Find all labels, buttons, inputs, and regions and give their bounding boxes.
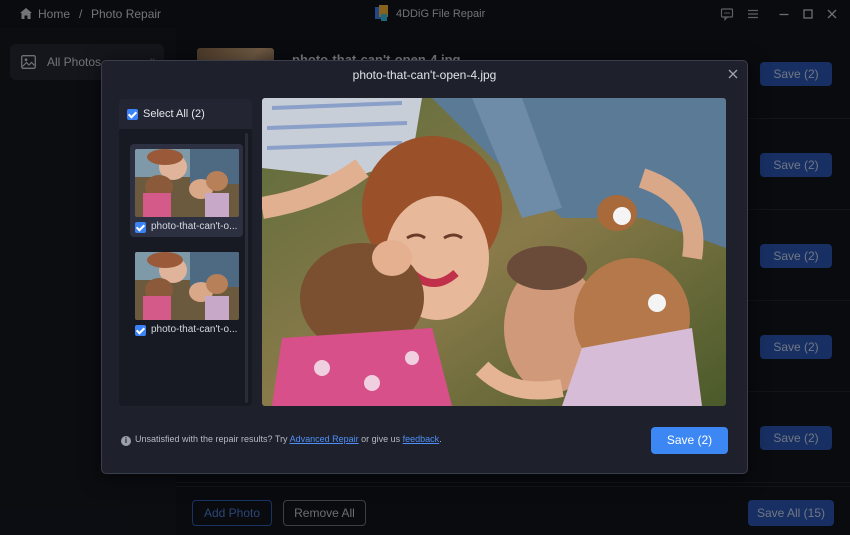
repair-notice: i Unsatisfied with the repair results? Tr…	[121, 434, 442, 446]
thumbnail-panel: Select All (2) photo-that-can't-o... pho…	[119, 99, 252, 406]
feedback-link[interactable]: feedback	[403, 434, 440, 444]
info-icon: i	[121, 436, 131, 446]
dialog-save-button[interactable]: Save (2)	[651, 427, 728, 454]
thumbnail-filename: photo-that-can't-o...	[151, 324, 238, 335]
advanced-repair-link[interactable]: Advanced Repair	[290, 434, 359, 444]
thumbnail-checkbox[interactable]	[135, 325, 146, 336]
notice-text-middle: or give us	[358, 434, 403, 444]
photo-preview	[262, 98, 726, 406]
preview-dialog: photo-that-can't-open-4.jpg Select All (…	[101, 60, 748, 474]
dialog-close-icon[interactable]	[726, 67, 740, 81]
select-all-label: Select All (2)	[143, 108, 205, 120]
thumbnail-checkbox[interactable]	[135, 222, 146, 233]
thumbnail-image[interactable]	[135, 149, 239, 217]
thumbnail-filename: photo-that-can't-o...	[151, 221, 238, 232]
select-all-checkbox[interactable]	[127, 109, 138, 120]
notice-text-suffix: .	[439, 434, 442, 444]
notice-text-prefix: Unsatisfied with the repair results? Try	[135, 434, 290, 444]
thumbnail-card[interactable]: photo-that-can't-o...	[130, 144, 243, 237]
thumbnail-image[interactable]	[135, 252, 239, 320]
dialog-title: photo-that-can't-open-4.jpg	[352, 68, 497, 82]
thumbnail-card[interactable]: photo-that-can't-o...	[130, 247, 243, 340]
select-all-row[interactable]: Select All (2)	[119, 99, 252, 129]
thumbnail-scrollbar[interactable]	[245, 133, 248, 403]
